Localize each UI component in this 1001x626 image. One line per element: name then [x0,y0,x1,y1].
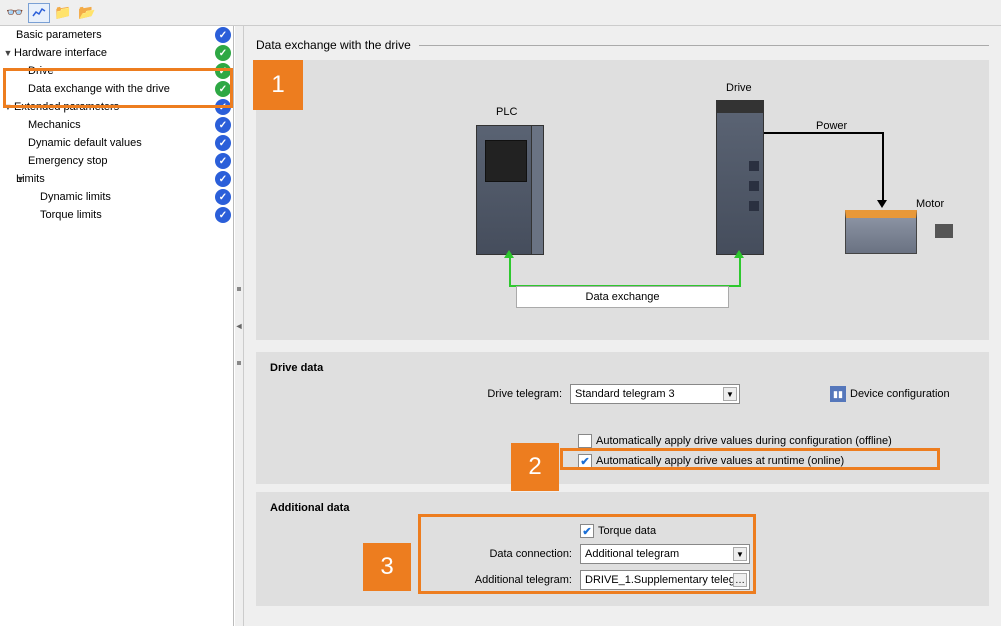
drive-data-heading: Drive data [270,362,975,374]
tree-item-data-exchange[interactable]: Data exchange with the drive✓ [0,80,233,98]
content-panel: Data exchange with the drive PLC Drive P… [244,26,1001,626]
plc-label: PLC [496,106,517,118]
tree-item-dynamic-limits[interactable]: Dynamic limits✓ [0,188,233,206]
offline-label: Automatically apply drive values during … [596,435,892,447]
torque-label: Torque data [598,525,656,537]
section-title-row: Data exchange with the drive [256,38,989,52]
splitter[interactable]: ◄ [234,26,244,626]
device-config-icon: ▮▮ [830,386,846,402]
tree-item-emergency-stop[interactable]: Emergency stop✓ [0,152,233,170]
toolbar-icon-glasses[interactable]: 👓 [4,3,26,23]
check-icon: ✓ [215,27,231,43]
tree-panel: Basic parameters✓ ▼Hardware interface✓ D… [0,26,234,626]
toolbar-icon-chart[interactable] [28,3,50,23]
check-icon: ✓ [215,207,231,223]
motor-graphic [845,210,935,266]
checkbox-torque[interactable] [580,524,594,538]
tree-item-extended-parameters[interactable]: ▼Extended parameters✓ [0,98,233,116]
tree-item-drive[interactable]: Drive✓ [0,62,233,80]
power-label: Power [816,120,847,132]
check-icon: ✓ [215,117,231,133]
page-title: Data exchange with the drive [256,38,411,52]
tree-item-mechanics[interactable]: Mechanics✓ [0,116,233,134]
chevron-down-icon: ▼ [2,48,14,58]
chevron-down-icon: ▼ [723,387,737,401]
tree-item-hardware-interface[interactable]: ▼Hardware interface✓ [0,44,233,62]
checkbox-offline[interactable] [578,434,592,448]
telegram-dropdown[interactable]: Standard telegram 3 ▼ [570,384,740,404]
drive-graphic [716,100,764,255]
tree-item-torque-limits[interactable]: Torque limits✓ [0,206,233,224]
additional-data-heading: Additional data [270,502,975,514]
connection-dropdown[interactable]: Additional telegram ▼ [580,544,750,564]
chevron-down-icon: ▼ [2,174,16,184]
ellipsis-icon: … [733,573,747,587]
callout-3: 3 [363,543,411,591]
callout-2: 2 [511,443,559,491]
telegram-label: Drive telegram: [270,388,570,400]
exchange-label: Data exchange [516,286,729,308]
check-icon: ✓ [215,189,231,205]
callout-1: 1 [253,60,303,110]
tree-item-basic-parameters[interactable]: Basic parameters✓ [0,26,233,44]
toolbar-icon-folder1[interactable]: 📁 [52,3,74,23]
main-area: Basic parameters✓ ▼Hardware interface✓ D… [0,26,1001,626]
check-icon: ✓ [215,63,231,79]
check-icon: ✓ [215,135,231,151]
check-icon: ✓ [215,99,231,115]
diagram-box: PLC Drive Power Motor [256,60,989,340]
plc-graphic [476,125,544,255]
check-icon: ✓ [215,45,231,61]
online-label: Automatically apply drive values at runt… [596,455,844,467]
tree-item-dynamic-defaults[interactable]: Dynamic default values✓ [0,134,233,152]
check-icon: ✓ [215,81,231,97]
motor-label: Motor [916,198,944,210]
chevron-down-icon: ▼ [733,547,747,561]
add-telegram-dropdown[interactable]: DRIVE_1.Supplementary telegr … [580,570,750,590]
toolbar-icon-folder2[interactable]: 📂 [76,3,98,23]
device-configuration-link[interactable]: ▮▮ Device configuration [830,386,950,402]
drive-label: Drive [726,82,752,94]
drive-data-section: Drive data Drive telegram: Standard tele… [256,352,989,484]
toolbar: 👓 📁 📂 [0,0,1001,26]
tree-item-limits[interactable]: ▼Limits✓ [0,170,233,188]
checkbox-online[interactable] [578,454,592,468]
check-icon: ✓ [215,171,231,187]
chevron-down-icon: ▼ [2,102,14,112]
check-icon: ✓ [215,153,231,169]
